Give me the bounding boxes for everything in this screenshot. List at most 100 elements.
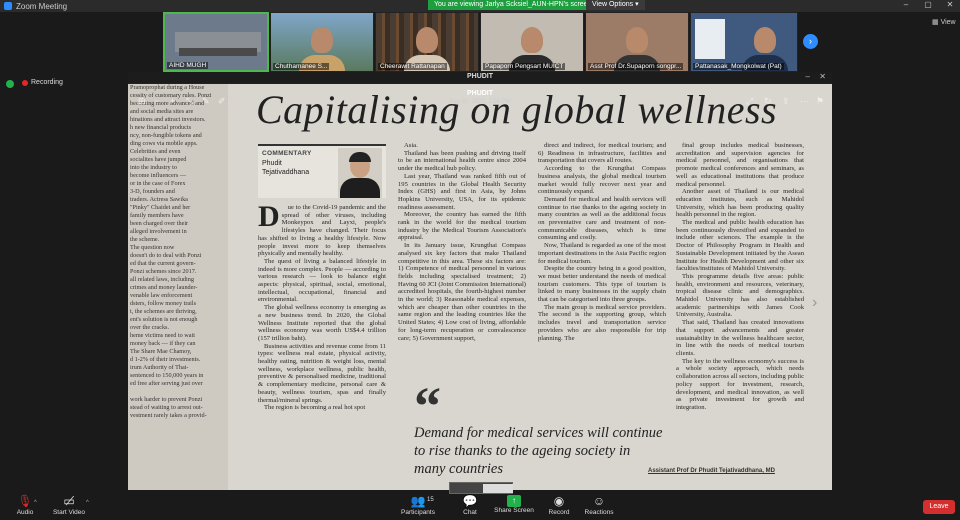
video-thumbnail-3[interactable]: Cheerawit Rattanapan (375, 12, 479, 72)
more-icon[interactable]: ⋯ (800, 96, 809, 107)
participants-count: 15 (427, 497, 434, 503)
shared-window-titlebar: PHUDIT – ✕ (128, 72, 832, 83)
article-paragraph: That said, Thailand has created innovati… (676, 319, 804, 357)
chat-button[interactable]: 💬 Chat (445, 493, 495, 516)
strip-line: 3-D, founders and (130, 188, 175, 195)
article-paragraph: Demand for medical and health services w… (538, 195, 666, 242)
audio-label: Audio (16, 509, 34, 516)
chat-icon: 💬 (462, 494, 478, 508)
article-paragraph: The quest of living a balanced lifestyle… (258, 257, 386, 304)
leave-button[interactable]: Leave (923, 500, 955, 514)
participant-name: Pattanasak_Mongkolwat (Pat) (693, 63, 784, 70)
strip-line: ncy, non-fungible tokens and (130, 132, 202, 139)
commentary-label: COMMENTARY (262, 150, 312, 157)
maximize-icon[interactable]: ▢ (918, 0, 938, 10)
zoom-app-icon (4, 2, 12, 10)
participants-button[interactable]: 👥 Participants (393, 493, 443, 516)
security-shield-icon[interactable] (6, 80, 14, 88)
participant-video (754, 27, 777, 53)
article-paragraph: Last year, Thailand was ranked fifth out… (398, 172, 526, 211)
participant-name: Chuthamanee S... (273, 63, 330, 70)
participant-video (311, 27, 333, 53)
minimize-shared-icon[interactable]: – (806, 72, 810, 81)
recording-label: Recording (31, 79, 63, 86)
expand-icon[interactable]: ⤢ (746, 96, 753, 107)
article-paragraph: Thailand has been pushing and driving it… (398, 149, 526, 173)
record-label: Record (548, 509, 570, 516)
reactions-icon: ☺ (592, 494, 606, 508)
close-window-icon[interactable]: ✕ (940, 0, 960, 10)
audio-options-chevron-icon[interactable]: ^ (34, 500, 37, 506)
reactions-button[interactable]: ☺ Reactions (574, 493, 624, 516)
zoom-out-icon[interactable]: − (154, 96, 159, 106)
strip-line: h new financial products (130, 124, 191, 131)
strip-line: and social media sites are (130, 108, 194, 115)
article-paragraph: final group includes medical businesses,… (676, 142, 804, 188)
strip-line: family members have (130, 212, 184, 219)
video-thumbnail-6[interactable]: Pattanasak_Mongkolwat (Pat) (690, 12, 798, 72)
participant-video (416, 27, 438, 53)
strip-line: "Pinky" Chaidet and her (130, 204, 191, 211)
video-thumbnail-1[interactable]: AIHD MUGH (163, 12, 269, 72)
article-paragraph: Now, Thailand is regarded as one of the … (538, 242, 666, 265)
recording-indicator[interactable]: Recording (22, 79, 63, 86)
strip-line: alleged involvement in (130, 228, 187, 235)
strip-line: ent's solution is not enough (130, 316, 198, 323)
strip-line: been charged over their (130, 220, 189, 227)
article-paragraph: In its January issue, Krungthai Compass … (398, 242, 526, 342)
video-off-icon: ▭̸ (63, 494, 75, 508)
next-page-arrow-icon[interactable]: › (812, 294, 817, 312)
strip-line: ed free after serving just over (130, 380, 203, 387)
close-shared-icon[interactable]: ✕ (819, 72, 826, 81)
shared-screen: Pramoprophat during a House cessity of cu… (128, 72, 832, 490)
bookmark-icon[interactable]: ⚑ (816, 96, 824, 107)
zoom-in-icon[interactable]: + (170, 96, 175, 106)
strip-line: vestment rarely takes a provid- (130, 412, 207, 419)
strip-line: dsters, follow money trails (130, 300, 196, 307)
article-paragraph: The global wellness economy is emerging … (258, 304, 386, 342)
share-screen-button[interactable]: ↑ Share Screen (489, 493, 539, 514)
video-options-chevron-icon[interactable]: ^ (86, 500, 89, 506)
article-paragraph: Another asset of Thailand is our medical… (676, 188, 804, 219)
shared-window-date: Aug 30, 2022, 1:04 PM (449, 99, 511, 105)
view-label: View (940, 19, 956, 26)
draw-icon[interactable]: ✐ (218, 96, 226, 107)
minimize-icon[interactable]: – (896, 0, 916, 10)
strip-line: The question now (130, 244, 175, 251)
footer-byline: Assistant Prof Dr Phudit Tejativaddhana,… (648, 468, 775, 474)
strip-line: socialites have jumped (130, 156, 187, 163)
article-paragraph: direct and indirect, for medical tourism… (538, 142, 666, 165)
strip-line: Celebrities and even (130, 148, 181, 155)
rotate-icon[interactable]: ↻ (764, 96, 772, 107)
strip-line: t, the schemes are thriving, (130, 308, 197, 315)
share-out-icon[interactable]: ⇪ (782, 96, 790, 107)
article-paragraph: Moreover, the country has earned the fif… (398, 211, 526, 242)
view-button[interactable]: ▦ View (932, 18, 956, 26)
article-column-1: D ue to the Covid-19 pandemic and the sp… (258, 204, 386, 484)
next-page-icon[interactable]: › (803, 34, 818, 49)
quote-mark-icon: “ (414, 376, 441, 436)
strip-line: hinations and attract investors. (130, 116, 206, 123)
reactions-label: Reactions (584, 509, 614, 516)
crop-icon[interactable]: ⤡ (186, 96, 193, 107)
pull-quote: Demand for medical services will continu… (414, 425, 663, 477)
article-paragraph: The medical and public health education … (676, 219, 804, 273)
strip-line: ed that the current govern- (130, 260, 196, 267)
edit-icon[interactable]: ✎ (202, 96, 210, 107)
strip-line: doesn't do to deal with Ponzi (130, 252, 202, 259)
audio-button[interactable]: 🎙 Audio (0, 493, 50, 516)
video-thumbnail-5[interactable]: Asst Prof Dr.Supaporn songpr... (585, 12, 689, 72)
article-paragraph: Despite the country being in a good posi… (538, 265, 666, 304)
author-photo (338, 148, 382, 198)
video-thumbnail-2[interactable]: Chuthamanee S... (270, 12, 374, 72)
view-options-button[interactable]: View Options ▾ (586, 0, 645, 10)
grid-icon[interactable]: ⊞ (138, 96, 146, 107)
strip-line: d 1-2% of their investments. (130, 356, 201, 363)
video-thumbnail-4[interactable]: Papaporn Pengsart MUICT (480, 12, 584, 72)
strip-line: money back — if they can (130, 340, 196, 347)
strip-line: irum Authority of Thai- (130, 364, 189, 371)
record-icon: ◉ (553, 494, 565, 508)
window-title: Zoom Meeting (16, 1, 68, 11)
start-video-label: Start Video (52, 509, 86, 516)
article-column-2: Asia. Thailand has been pushing and drivi… (398, 142, 526, 382)
